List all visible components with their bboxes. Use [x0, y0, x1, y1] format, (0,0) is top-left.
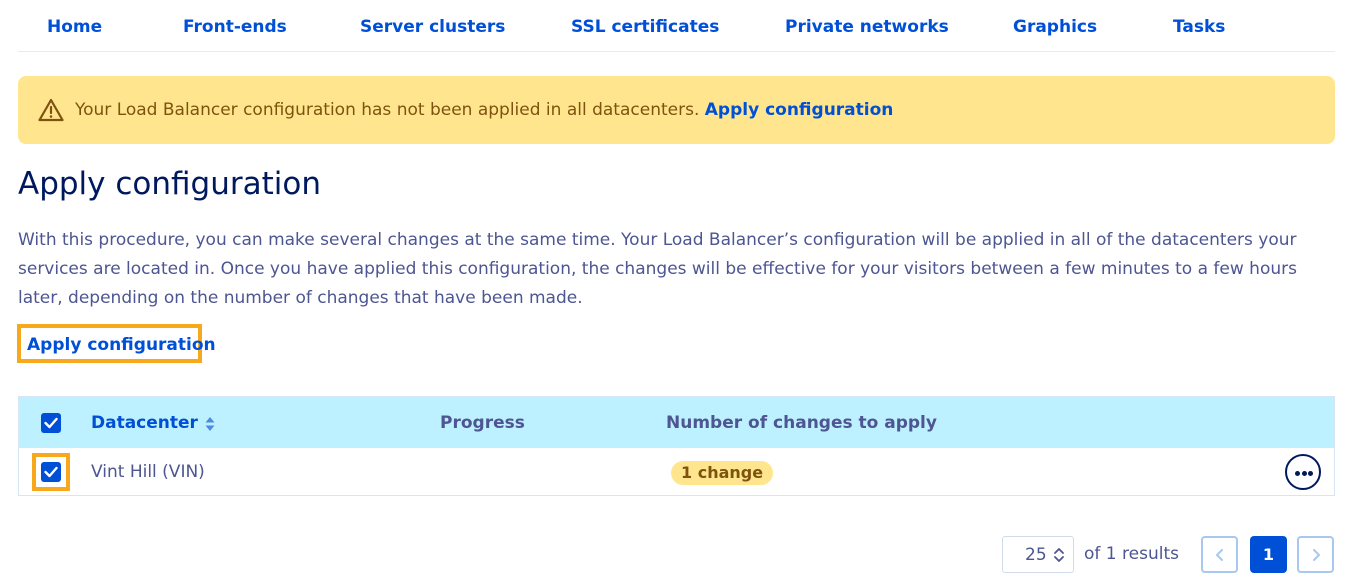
more-dot-icon — [1301, 471, 1307, 476]
warning-banner: Your Load Balancer configuration has not… — [18, 76, 1335, 144]
banner-apply-link[interactable]: Apply configuration — [705, 100, 894, 120]
column-datacenter[interactable]: Datacenter — [91, 413, 198, 433]
checkmark-icon — [44, 417, 58, 429]
previous-page-button[interactable] — [1201, 536, 1238, 573]
column-changes: Number of changes to apply — [666, 413, 937, 433]
checkmark-icon — [44, 466, 58, 478]
results-count: of 1 results — [1084, 544, 1179, 564]
top-navigation: Home Front-ends Server clusters SSL cert… — [18, 0, 1335, 52]
page-description: With this procedure, you can make severa… — [18, 230, 1297, 308]
next-page-button[interactable] — [1297, 536, 1334, 573]
changes-badge: 1 change — [671, 461, 774, 485]
row-checkbox[interactable] — [41, 462, 61, 482]
chevron-left-icon — [1216, 549, 1223, 561]
nav-tasks[interactable]: Tasks — [1173, 17, 1225, 37]
more-dot-icon — [1295, 471, 1300, 476]
chevron-right-icon — [1313, 549, 1320, 561]
nav-front-ends[interactable]: Front-ends — [183, 17, 287, 37]
banner-message: Your Load Balancer configuration has not… — [75, 100, 700, 120]
sort-icon[interactable] — [205, 416, 215, 432]
more-dot-icon — [1308, 471, 1313, 476]
nav-graphics[interactable]: Graphics — [1013, 17, 1097, 37]
page-title: Apply configuration — [18, 166, 322, 202]
banner-message-line: Your Load Balancer configuration has not… — [75, 100, 893, 120]
current-page-button[interactable]: 1 — [1250, 536, 1287, 573]
page-size-value: 25 — [1025, 545, 1047, 565]
page-size-select[interactable]: 25 — [1002, 536, 1074, 573]
nav-server-clusters[interactable]: Server clusters — [360, 17, 505, 37]
nav-home[interactable]: Home — [47, 17, 102, 37]
datacenter-table: Datacenter Progress Number of changes to… — [18, 396, 1335, 496]
table-header: Datacenter Progress Number of changes to… — [19, 397, 1334, 448]
table-row: Vint Hill (VIN) 1 change — [19, 448, 1334, 495]
select-arrows-icon — [1054, 548, 1064, 562]
apply-configuration-link[interactable]: Apply configuration — [17, 324, 216, 363]
select-all-checkbox[interactable] — [41, 413, 61, 433]
datacenter-name: Vint Hill (VIN) — [91, 462, 205, 482]
column-progress: Progress — [440, 413, 525, 433]
warning-triangle-icon — [38, 98, 64, 122]
nav-ssl-certificates[interactable]: SSL certificates — [571, 17, 719, 37]
nav-private-networks[interactable]: Private networks — [785, 17, 949, 37]
row-actions-button[interactable] — [1285, 454, 1321, 490]
